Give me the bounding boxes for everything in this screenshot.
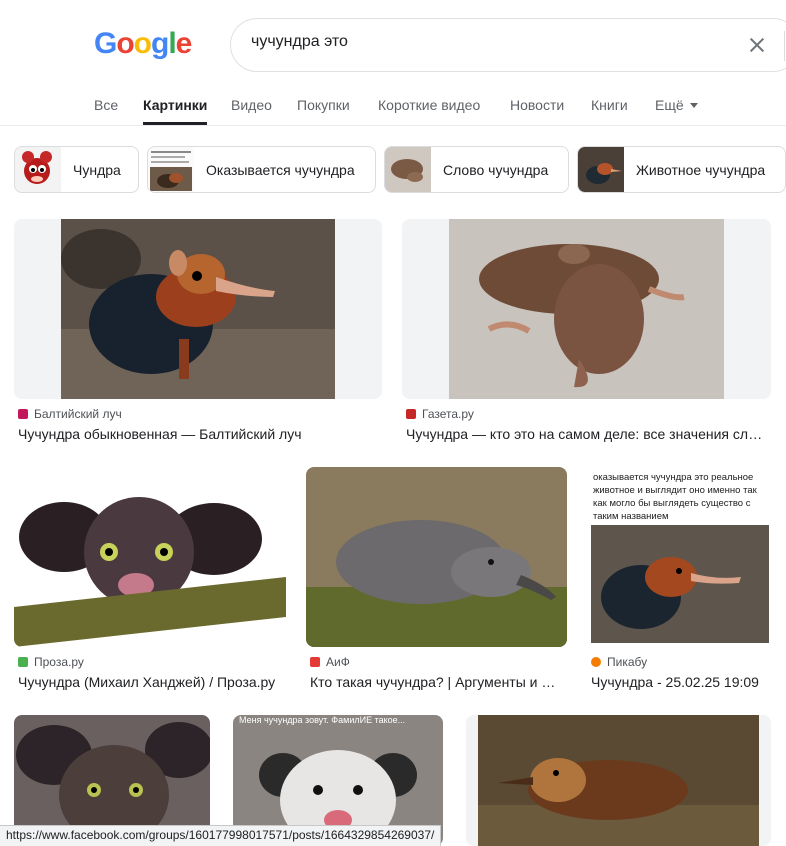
result-source[interactable]: Пикабу [591, 655, 647, 669]
result-source[interactable]: Проза.ру [18, 655, 84, 669]
search-divider [784, 31, 785, 61]
logo-letter: o [116, 27, 134, 60]
result-title[interactable]: Кто такая чучундра? | Аргументы и факты [310, 674, 564, 690]
result-image-frame [402, 219, 771, 399]
source-favicon [18, 657, 28, 667]
chip-label: Животное чучундра [636, 162, 766, 178]
result-title[interactable]: Чучундра - 25.02.25 19:09 [591, 674, 769, 690]
source-name: АиФ [326, 655, 350, 669]
chip-thumbnail [148, 147, 194, 192]
tab-video[interactable]: Видео [231, 97, 272, 113]
tab-more[interactable]: Ещё [655, 97, 698, 113]
chip-thumbnail [15, 147, 61, 192]
result-source[interactable]: Балтийский луч [18, 407, 122, 421]
tab-short-videos[interactable]: Короткие видео [378, 97, 480, 113]
chip-zhivotnoe[interactable]: Животное чучундра [577, 146, 786, 193]
result-source[interactable]: АиФ [310, 655, 350, 669]
source-favicon [18, 409, 28, 419]
source-name: Проза.ру [34, 655, 84, 669]
image-result[interactable]: АиФ Кто такая чучундра? | Аргументы и фа… [306, 467, 567, 697]
source-favicon [310, 657, 320, 667]
source-favicon [406, 409, 416, 419]
logo-letter: l [168, 27, 176, 60]
chip-label: Слово чучундра [443, 162, 549, 178]
elephant-shrew-photo [478, 715, 759, 846]
link-status-bar: https://www.facebook.com/groups/16017799… [0, 825, 442, 846]
chip-thumbnail [578, 147, 624, 192]
image-result[interactable]: Проза.ру Чучундра (Михаил Ханджей) / Про… [14, 467, 286, 697]
chip-label: Оказывается чучундра [206, 162, 355, 178]
tab-shopping[interactable]: Покупки [297, 97, 350, 113]
tab-all[interactable]: Все [94, 97, 118, 113]
chip-label: Чундра [73, 162, 121, 178]
shrew-photo [449, 219, 724, 399]
logo-letter: o [133, 27, 152, 60]
search-input[interactable] [251, 33, 731, 51]
logo-letter: g [151, 27, 169, 60]
result-image-frame: оказывается чучундра это реальное животн… [587, 467, 771, 647]
image-result[interactable]: оказывается чучундра это реальное животн… [587, 467, 771, 697]
result-image-frame [14, 467, 286, 647]
result-title[interactable]: Чучундра — кто это на самом деле: все зн… [406, 426, 766, 442]
chip-slovo[interactable]: Слово чучундра [384, 146, 569, 193]
image-caption-text: оказывается чучундра это реальное животн… [593, 472, 757, 522]
aye-aye-photo [14, 467, 286, 647]
logo-letter: e [175, 27, 193, 60]
image-caption-text: Меня чучундра зовут. ФамилИЕ такое... [239, 715, 406, 725]
chip-thumbnail [385, 147, 431, 192]
source-name: Пикабу [607, 655, 648, 669]
logo-letter: G [94, 27, 117, 60]
active-tab-indicator [143, 122, 207, 125]
shrew-photo [591, 525, 769, 643]
search-box [230, 18, 786, 72]
image-result[interactable]: Балтийский луч Чучундра обыкновенная — Б… [14, 219, 382, 449]
source-name: Газета.ру [422, 407, 474, 421]
shrew-photo [306, 467, 567, 647]
result-source[interactable]: Газета.ру [406, 407, 474, 421]
chip-okazyvaetsya[interactable]: Оказывается чучундра [147, 146, 376, 193]
result-image-frame [14, 219, 382, 399]
tab-news[interactable]: Новости [510, 97, 564, 113]
shrew-photo [61, 219, 335, 399]
tab-images[interactable]: Картинки [143, 97, 207, 113]
source-favicon [591, 657, 601, 667]
chip-chundra[interactable]: Чундра [14, 146, 139, 193]
image-result[interactable] [466, 715, 771, 846]
result-title[interactable]: Чучундра обыкновенная — Балтийский луч [18, 426, 378, 442]
result-image-frame [466, 715, 771, 846]
caret-down-icon [689, 103, 698, 108]
tab-books[interactable]: Книги [591, 97, 628, 113]
result-title[interactable]: Чучундра (Михаил Ханджей) / Проза.ру [18, 674, 286, 690]
search-tabs: Все Картинки Видео Покупки Короткие виде… [0, 88, 786, 126]
google-logo[interactable]: Google [94, 27, 193, 61]
clear-icon[interactable] [746, 34, 768, 56]
image-result[interactable]: Газета.ру Чучундра — кто это на самом де… [402, 219, 771, 449]
result-image-frame [306, 467, 567, 647]
tab-more-label: Ещё [655, 97, 684, 113]
source-name: Балтийский луч [34, 407, 122, 421]
